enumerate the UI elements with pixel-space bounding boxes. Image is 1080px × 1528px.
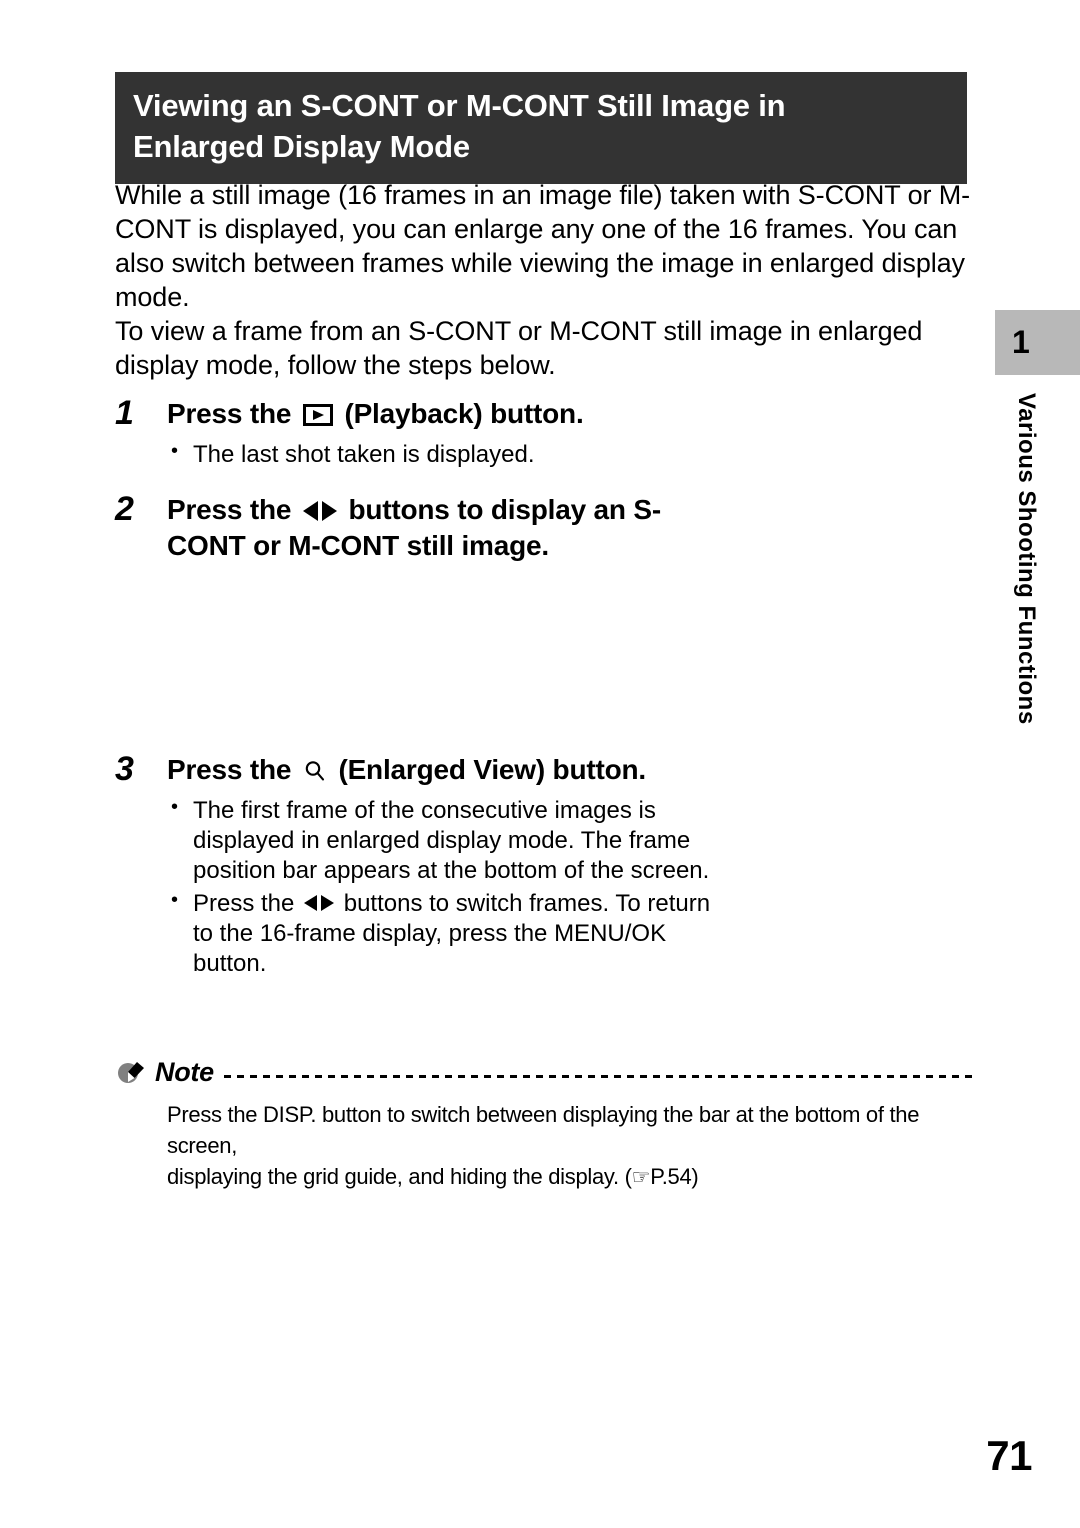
step-3-number: 3 [115, 750, 134, 788]
manual-page: Viewing an S-CONT or M-CONT Still Image … [0, 0, 1080, 1528]
list-item: Press the buttons to switch frames. To r… [167, 888, 715, 980]
left-right-arrows-icon [302, 500, 337, 522]
note-label: Note [155, 1056, 214, 1087]
step-1: 1 Press the (Playback) button. The last … [115, 394, 715, 472]
intro-paragraph-1: While a still image (16 frames in an ima… [115, 180, 971, 313]
page-title-line1: Viewing an S-CONT or M-CONT Still Image … [133, 88, 786, 123]
page-title-line2: Enlarged Display Mode [133, 128, 470, 164]
step-2-number: 2 [115, 490, 134, 528]
step-3: 3 Press the (Enlarged View) button. The … [115, 750, 715, 981]
note-line-2-prefix: displaying the grid guide, and hiding th… [167, 1164, 632, 1190]
chapter-title: Various Shooting Functions [1013, 393, 1040, 725]
playback-icon [302, 404, 333, 426]
note-line-2: displaying the grid guide, and hiding th… [167, 1161, 975, 1193]
page-title: Viewing an S-CONT or M-CONT Still Image … [115, 72, 967, 184]
step-2-title-prefix: Press the [167, 494, 299, 525]
step-1-title-suffix: (Playback) button. [336, 398, 584, 429]
note-divider [223, 1074, 975, 1078]
step-2: 2 Press the buttons to display an S-CONT… [115, 490, 715, 564]
page-number: 71 [986, 1432, 1032, 1479]
chapter-number-box: 1 [995, 310, 1080, 375]
step-1-title: Press the (Playback) button. [167, 396, 715, 432]
chapter-number: 1 [1012, 324, 1030, 360]
step-3-title-prefix: Press the [167, 754, 299, 785]
step-3-bullets: The first frame of the consecutive image… [167, 795, 715, 980]
pointing-hand-icon: ☞ [631, 1166, 651, 1190]
magnifier-icon [303, 759, 327, 783]
note-line-2-suffix: ) [691, 1164, 699, 1190]
left-right-arrows-icon [304, 894, 335, 913]
step-2-title: Press the buttons to display an S-CONT o… [167, 492, 715, 564]
list-item: The last shot taken is displayed. [167, 439, 715, 470]
step-3-title: Press the (Enlarged View) button. [167, 752, 715, 788]
note-pen-icon [115, 1057, 145, 1087]
note-line-1: Press the DISP. button to switch between… [167, 1102, 920, 1159]
note-reference: P.54 [650, 1164, 692, 1190]
step-1-title-prefix: Press the [167, 398, 299, 429]
note-header: Note [115, 1055, 975, 1089]
step-1-bullets: The last shot taken is displayed. [167, 439, 715, 470]
intro-paragraph-2: To view a frame from an S-CONT or M-CONT… [115, 316, 923, 381]
intro-text: While a still image (16 frames in an ima… [115, 178, 975, 382]
bullet-text-prefix: Press the [193, 889, 302, 917]
note-block: Note Press the DISP. button to switch be… [115, 1055, 975, 1193]
chapter-tab: 1 Various Shooting Functions [995, 310, 1080, 725]
step-3-title-suffix: (Enlarged View) button. [330, 754, 646, 785]
note-body: Press the DISP. button to switch between… [167, 1099, 975, 1193]
list-item: The first frame of the consecutive image… [167, 795, 715, 887]
step-1-number: 1 [115, 394, 134, 432]
